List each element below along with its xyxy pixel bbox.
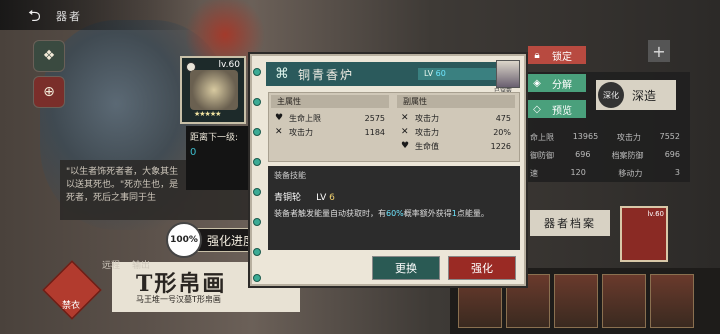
role-tag: 输出 [132,261,151,271]
swords-icon: ✕ [401,113,409,123]
archive-button[interactable]: 器者档案 [530,210,610,236]
lock-icon: ⊕ [43,84,55,100]
attributes-panel: 主属性 ♥ 生命上限 2575 ✕ 攻击力 1184 副属性 ✕ 攻击力 475… [268,92,520,162]
character-chip[interactable] [602,274,646,328]
equipment-level: LV 60 [418,68,502,80]
enhance-button[interactable]: 强化 [448,256,516,280]
page-title: 器者 [56,10,82,23]
item-art [190,70,238,110]
skill-name-row: 青铜轮 LV 6 [274,185,514,204]
side-nav-button[interactable]: ⊕ [33,76,65,108]
gem-icon: ❖ [42,48,56,64]
equipment-slot[interactable]: lv.60 ★★★★★ [180,56,246,124]
layers-icon: ◇ [533,103,541,115]
enhance-progress-badge: 100% [166,222,202,258]
role-tags: 远程 输出 [102,258,150,271]
stamp-text: 禁衣 [62,301,81,311]
artifact-subtitle: 马王堆一号汉墓T形帛画 [136,295,221,304]
top-bar: ⮌ 器者 [0,0,200,30]
skill-description: 装备者触发能量自动获取时，有60%概率额外获得1点能量。 [274,209,489,218]
diamond-icon: ◈ [533,77,541,89]
next-level-box: 距离下一级: 0 [186,126,248,190]
side-nav-button[interactable]: ❖ [33,40,65,72]
role-tag: 远程 [102,261,121,271]
stat-row: 速 120 移动力 3 [530,168,680,178]
lock-icon: 🔒︎ [534,49,540,61]
artifact-title-block: 禁衣 T形帛画 马王堆一号汉墓T形帛画 [36,260,266,320]
next-level-label: 距离下一级: [190,133,239,143]
wearer-portrait[interactable] [496,60,520,88]
skill-panel: 装备技能 青铜轮 LV 6 装备者触发能量自动获取时，有60%概率额外获得1点能… [268,166,520,250]
card-header: ⌘ 铜青香炉 LV 60 [266,62,516,86]
deep-training-button[interactable]: 深化 深造 [596,80,676,110]
next-level-value: 0 [190,147,197,158]
archive-level: lv.60 [647,210,664,218]
swords-icon: ✕ [275,127,283,137]
lock-button[interactable]: 🔒︎ 锁定 [528,46,586,64]
preview-button[interactable]: ◇ 预览 [528,100,586,118]
heart-icon: ♥ [275,113,284,123]
swords-icon: ✕ [401,127,409,137]
character-chip[interactable] [554,274,598,328]
sub-attributes: 副属性 ✕ 攻击力 475 ✕ 攻击力 20% ♥ 生命值 1226 [397,95,515,153]
add-button[interactable]: + [648,40,670,62]
enhance-percent: 100% [170,235,198,245]
item-level: lv.60 [218,60,240,70]
main-attr-title: 主属性 [271,95,389,108]
quote-text: "以生者饰死者者，大象其生以送其死也。"死亦生也，是死者，死后之事同于生 [66,167,179,203]
deep-badge: 深化 [598,82,624,108]
item-stars: ★★★★★ [194,110,221,118]
archive-card[interactable]: lv.60 [620,206,668,262]
binder-rings [253,62,263,282]
character-chip[interactable] [650,274,694,328]
skill-level: LV 6 [316,193,335,203]
dismantle-button[interactable]: ◈ 分解 [528,74,586,92]
skill-name: 青铜轮 [274,193,302,203]
back-arrow-icon[interactable]: ⮌ [28,5,52,25]
equipment-detail-card: ⌘ 铜青香炉 LV 60 已穿戴 主属性 ♥ 生命上限 2575 ✕ 攻击力 1… [250,54,526,286]
attr-row: ✕ 攻击力 475 [401,113,511,123]
skill-title: 装备技能 [274,171,306,180]
knot-emblem-icon: ⌘ [275,66,289,82]
sub-attr-title: 副属性 [397,95,515,108]
heart-icon: ♥ [401,141,410,151]
stat-row: 御防御 696 档案防御 696 [530,150,680,160]
attr-row: ♥ 生命上限 2575 [275,113,385,123]
stat-row: 命上限 13965 攻击力 7552 [530,132,680,142]
attr-row: ✕ 攻击力 20% [401,127,511,137]
attr-row: ♥ 生命值 1226 [401,141,511,151]
attr-row: ✕ 攻击力 1184 [275,127,385,137]
deep-label: 深造 [632,88,657,103]
swap-button[interactable]: 更换 [372,256,440,280]
equipment-name: 铜青香炉 [298,67,355,82]
main-attributes: 主属性 ♥ 生命上限 2575 ✕ 攻击力 1184 [271,95,389,139]
